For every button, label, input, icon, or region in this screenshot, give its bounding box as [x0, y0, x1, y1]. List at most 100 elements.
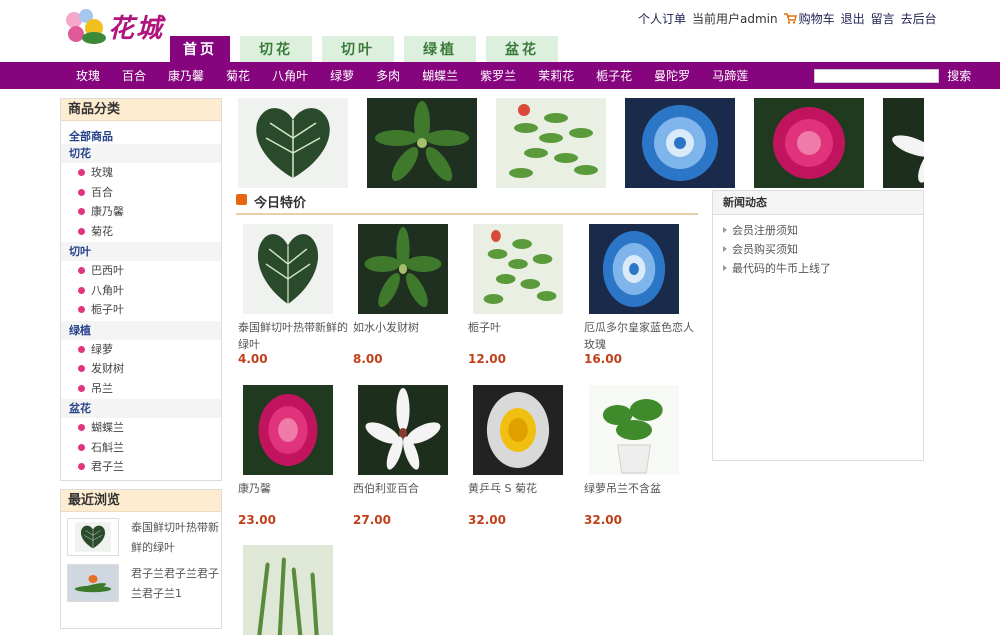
nav-item[interactable]: 百合: [111, 67, 157, 84]
bouquet-logo-icon: [66, 9, 106, 44]
leaf-image: [75, 522, 111, 552]
product-card[interactable]: [238, 545, 348, 638]
product-name[interactable]: 黄乒乓 S 菊花: [468, 480, 578, 514]
orders-link[interactable]: 个人订单: [638, 10, 686, 27]
category-item[interactable]: 发财树: [61, 359, 221, 379]
admin-link[interactable]: 去后台: [901, 10, 937, 27]
product-price: 8.00: [353, 352, 383, 366]
category-item[interactable]: 百合: [61, 183, 221, 203]
category-item[interactable]: 蝴蝶兰: [61, 418, 221, 438]
recent-item[interactable]: 君子兰君子兰君子兰君子兰1: [61, 564, 221, 604]
cart-link[interactable]: 购物车: [783, 10, 835, 27]
tab-cut-leaves[interactable]: 切叶: [322, 36, 394, 62]
product-image[interactable]: [358, 224, 448, 314]
today-special-header: 今日特价: [236, 191, 698, 215]
news-item[interactable]: 会员注册须知: [713, 221, 923, 240]
tab-green-plants[interactable]: 绿植: [404, 36, 476, 62]
category-item[interactable]: 栀子叶: [61, 300, 221, 320]
banner-image-strip: [238, 98, 924, 188]
banner-carnation-image[interactable]: [754, 98, 864, 188]
product-card[interactable]: 黄乒乓 S 菊花 32.00: [468, 385, 578, 527]
category-heading[interactable]: 切花: [61, 144, 221, 163]
banner-lily-image[interactable]: [883, 98, 924, 188]
nav-item[interactable]: 曼陀罗: [643, 67, 701, 84]
product-card[interactable]: 厄瓜多尔皇家蓝色恋人玫瑰 16.00: [584, 224, 694, 366]
all-goods-link[interactable]: 全部商品: [61, 121, 221, 143]
category-item[interactable]: 吊兰: [61, 379, 221, 399]
tab-potted-flowers[interactable]: 盆花: [486, 36, 558, 62]
nav-item[interactable]: 蝴蝶兰: [411, 67, 469, 84]
message-link[interactable]: 留言: [871, 10, 895, 27]
nav-item[interactable]: 康乃馨: [157, 67, 215, 84]
sidebar-title: 商品分类: [61, 99, 221, 121]
product-name[interactable]: 如水小发财树: [353, 319, 463, 353]
nav-item[interactable]: 栀子花: [585, 67, 643, 84]
news-item[interactable]: 最代码的牛币上线了: [713, 259, 923, 278]
product-name[interactable]: 泰国鲜切叶热带新鲜的绿叶: [238, 319, 348, 353]
category-item[interactable]: 巴西叶: [61, 261, 221, 281]
category-item[interactable]: 菊花: [61, 222, 221, 242]
product-image[interactable]: [589, 224, 679, 314]
product-image[interactable]: [473, 224, 563, 314]
product-card[interactable]: 泰国鲜切叶热带新鲜的绿叶 4.00: [238, 223, 348, 366]
product-image[interactable]: [588, 384, 680, 476]
product-image[interactable]: [242, 223, 334, 315]
recent-views-box: 最近浏览 泰国鲜切叶热带新鲜的绿叶 君子兰君子兰君子兰君子兰1: [60, 489, 222, 629]
news-title: 新闻动态: [713, 191, 923, 215]
cart-label: 购物车: [798, 12, 835, 26]
main-tabs: 首页 切花 切叶 绿植 盆花: [170, 36, 568, 62]
search-button[interactable]: 搜索: [947, 67, 971, 84]
recent-item-name[interactable]: 君子兰君子兰君子兰君子兰1: [131, 564, 219, 604]
category-heading[interactable]: 绿植: [61, 320, 221, 340]
category-sidebar: 商品分类 全部商品 切花 玫瑰 百合 康乃馨 菊花 切叶 巴西叶 八角叶 栀子叶…: [60, 98, 222, 481]
nav-item[interactable]: 茉莉花: [527, 67, 585, 84]
banner-palm-image[interactable]: [367, 98, 477, 188]
nav-item[interactable]: 马蹄莲: [701, 67, 759, 84]
nav-item[interactable]: 玫瑰: [65, 67, 111, 84]
news-item[interactable]: 会员购买须知: [713, 240, 923, 259]
tab-home[interactable]: 首页: [170, 36, 230, 62]
product-card[interactable]: 西伯利亚百合 27.00: [353, 385, 463, 527]
product-image[interactable]: [473, 385, 563, 475]
site-logo-text: 花城: [108, 14, 165, 44]
category-item[interactable]: 君子兰: [61, 457, 221, 477]
category-item[interactable]: 康乃馨: [61, 202, 221, 222]
product-name[interactable]: 厄瓜多尔皇家蓝色恋人玫瑰: [584, 319, 694, 353]
product-price: 4.00: [238, 352, 268, 366]
recent-item-name[interactable]: 泰国鲜切叶热带新鲜的绿叶: [131, 518, 219, 558]
tab-cut-flowers[interactable]: 切花: [240, 36, 312, 62]
product-card[interactable]: 康乃馨 23.00: [238, 385, 348, 527]
nav-item[interactable]: 绿萝: [319, 67, 365, 84]
product-name[interactable]: 西伯利亚百合: [353, 480, 463, 514]
current-user-label: 当前用户admin: [692, 12, 778, 26]
nav-item[interactable]: 多肉: [365, 67, 411, 84]
product-name[interactable]: 栀子叶: [468, 319, 578, 353]
product-card[interactable]: 栀子叶 12.00: [468, 224, 578, 366]
product-image[interactable]: [358, 385, 448, 475]
banner-blue-rose-image[interactable]: [625, 98, 735, 188]
logout-link[interactable]: 退出: [841, 10, 865, 27]
category-heading[interactable]: 切叶: [61, 242, 221, 261]
product-name[interactable]: 绿萝吊兰不含盆: [584, 480, 694, 514]
category-item[interactable]: 玫瑰: [61, 163, 221, 183]
product-card[interactable]: 绿萝吊兰不含盆 32.00: [584, 384, 694, 527]
recent-title: 最近浏览: [61, 490, 221, 512]
recent-thumb[interactable]: [67, 564, 119, 602]
recent-thumb[interactable]: [67, 518, 119, 556]
search-input[interactable]: [814, 68, 940, 83]
category-item[interactable]: 八角叶: [61, 281, 221, 301]
banner-herb-image[interactable]: [496, 98, 606, 188]
category-heading[interactable]: 盆花: [61, 399, 221, 418]
nav-item[interactable]: 菊花: [215, 67, 261, 84]
nav-item[interactable]: 八角叶: [261, 67, 319, 84]
category-item[interactable]: 石斛兰: [61, 438, 221, 458]
nav-item[interactable]: 紫罗兰: [469, 67, 527, 84]
category-item[interactable]: 绿萝: [61, 340, 221, 360]
product-image[interactable]: [243, 385, 333, 475]
product-name[interactable]: 康乃馨: [238, 480, 348, 514]
recent-item[interactable]: 泰国鲜切叶热带新鲜的绿叶: [61, 518, 221, 558]
product-card[interactable]: 如水小发财树 8.00: [353, 224, 463, 366]
banner-leaf-image[interactable]: [238, 98, 348, 188]
product-price: 32.00: [584, 513, 622, 527]
product-image[interactable]: [243, 545, 333, 635]
